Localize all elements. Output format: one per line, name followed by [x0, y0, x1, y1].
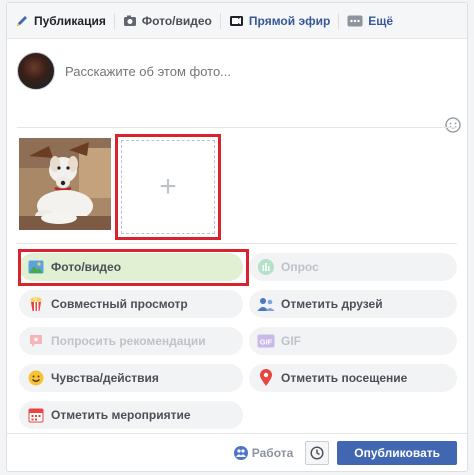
clock-icon: [310, 446, 324, 460]
photo-option-highlight: [18, 249, 249, 286]
option-label: Отметить друзей: [281, 297, 383, 311]
option-label: Отметить мероприятие: [51, 408, 191, 422]
tab-label: Публикация: [34, 13, 106, 28]
smiley-icon: [27, 369, 45, 387]
publish-label: Опубликовать: [354, 446, 440, 460]
composer-dialog: Публикация Фото/видео Прямой эфир Ещё Ра…: [6, 2, 468, 472]
add-photo-button[interactable]: +: [121, 140, 215, 234]
group-icon: [233, 446, 248, 460]
composer-row: [17, 50, 457, 92]
tab-publication[interactable]: Публикация: [7, 3, 114, 39]
option-gif[interactable]: GIF GIF: [249, 327, 457, 355]
option-tag-friends[interactable]: Отметить друзей: [249, 290, 457, 318]
gif-icon: GIF: [257, 332, 275, 350]
photo-thumbnail[interactable]: [19, 138, 111, 230]
schedule-button[interactable]: [305, 441, 330, 465]
tab-photo-video[interactable]: Фото/видео: [115, 3, 220, 39]
option-check-in[interactable]: Отметить посещение: [249, 364, 457, 392]
camera-icon: [123, 15, 136, 26]
audience-selector[interactable]: Работа: [233, 446, 294, 460]
video-camera-icon: [229, 15, 243, 26]
option-poll[interactable]: Опрос: [249, 253, 457, 281]
dog-photo: [19, 138, 111, 230]
composer-tabs: Публикация Фото/видео Прямой эфир Ещё: [7, 3, 467, 39]
divider: [17, 127, 457, 128]
option-label: Опрос: [281, 260, 319, 274]
avatar[interactable]: [17, 52, 55, 90]
tab-label: Прямой эфир: [248, 13, 331, 28]
poll-icon: [257, 258, 275, 276]
pencil-icon: [17, 15, 27, 26]
add-media-highlight: +: [115, 134, 221, 240]
more-icon: [347, 15, 363, 26]
option-tag-event[interactable]: Отметить мероприятие: [19, 401, 243, 429]
audience-label: Работа: [251, 446, 294, 460]
tab-label: Фото/видео: [141, 13, 212, 28]
publish-button[interactable]: Опубликовать: [337, 441, 457, 465]
option-label: Попросить рекомендации: [51, 334, 206, 348]
divider: [7, 433, 467, 434]
plus-icon: +: [159, 170, 177, 203]
option-ask-recommendations[interactable]: Попросить рекомендации: [19, 327, 243, 355]
post-text-input[interactable]: [65, 63, 445, 79]
recommendation-icon: [27, 332, 45, 350]
option-feeling-activity[interactable]: Чувства/действия: [19, 364, 243, 392]
location-pin-icon: [257, 369, 275, 387]
tab-live[interactable]: Прямой эфир: [221, 3, 338, 39]
option-label: Отметить посещение: [281, 371, 408, 385]
calendar-icon: [27, 406, 45, 424]
tab-more[interactable]: Ещё: [339, 3, 401, 39]
divider: [17, 243, 457, 244]
emoji-icon[interactable]: [445, 117, 461, 133]
svg-text:GIF: GIF: [260, 338, 273, 347]
option-label: GIF: [281, 334, 301, 348]
popcorn-icon: [27, 295, 45, 313]
composer-footer: Работа Опубликовать: [7, 435, 467, 471]
option-watch-party[interactable]: Совместный просмотр: [19, 290, 243, 318]
tag-people-icon: [257, 295, 275, 313]
tab-label: Ещё: [368, 13, 394, 28]
option-label: Чувства/действия: [51, 371, 159, 385]
option-label: Совместный просмотр: [51, 297, 188, 311]
